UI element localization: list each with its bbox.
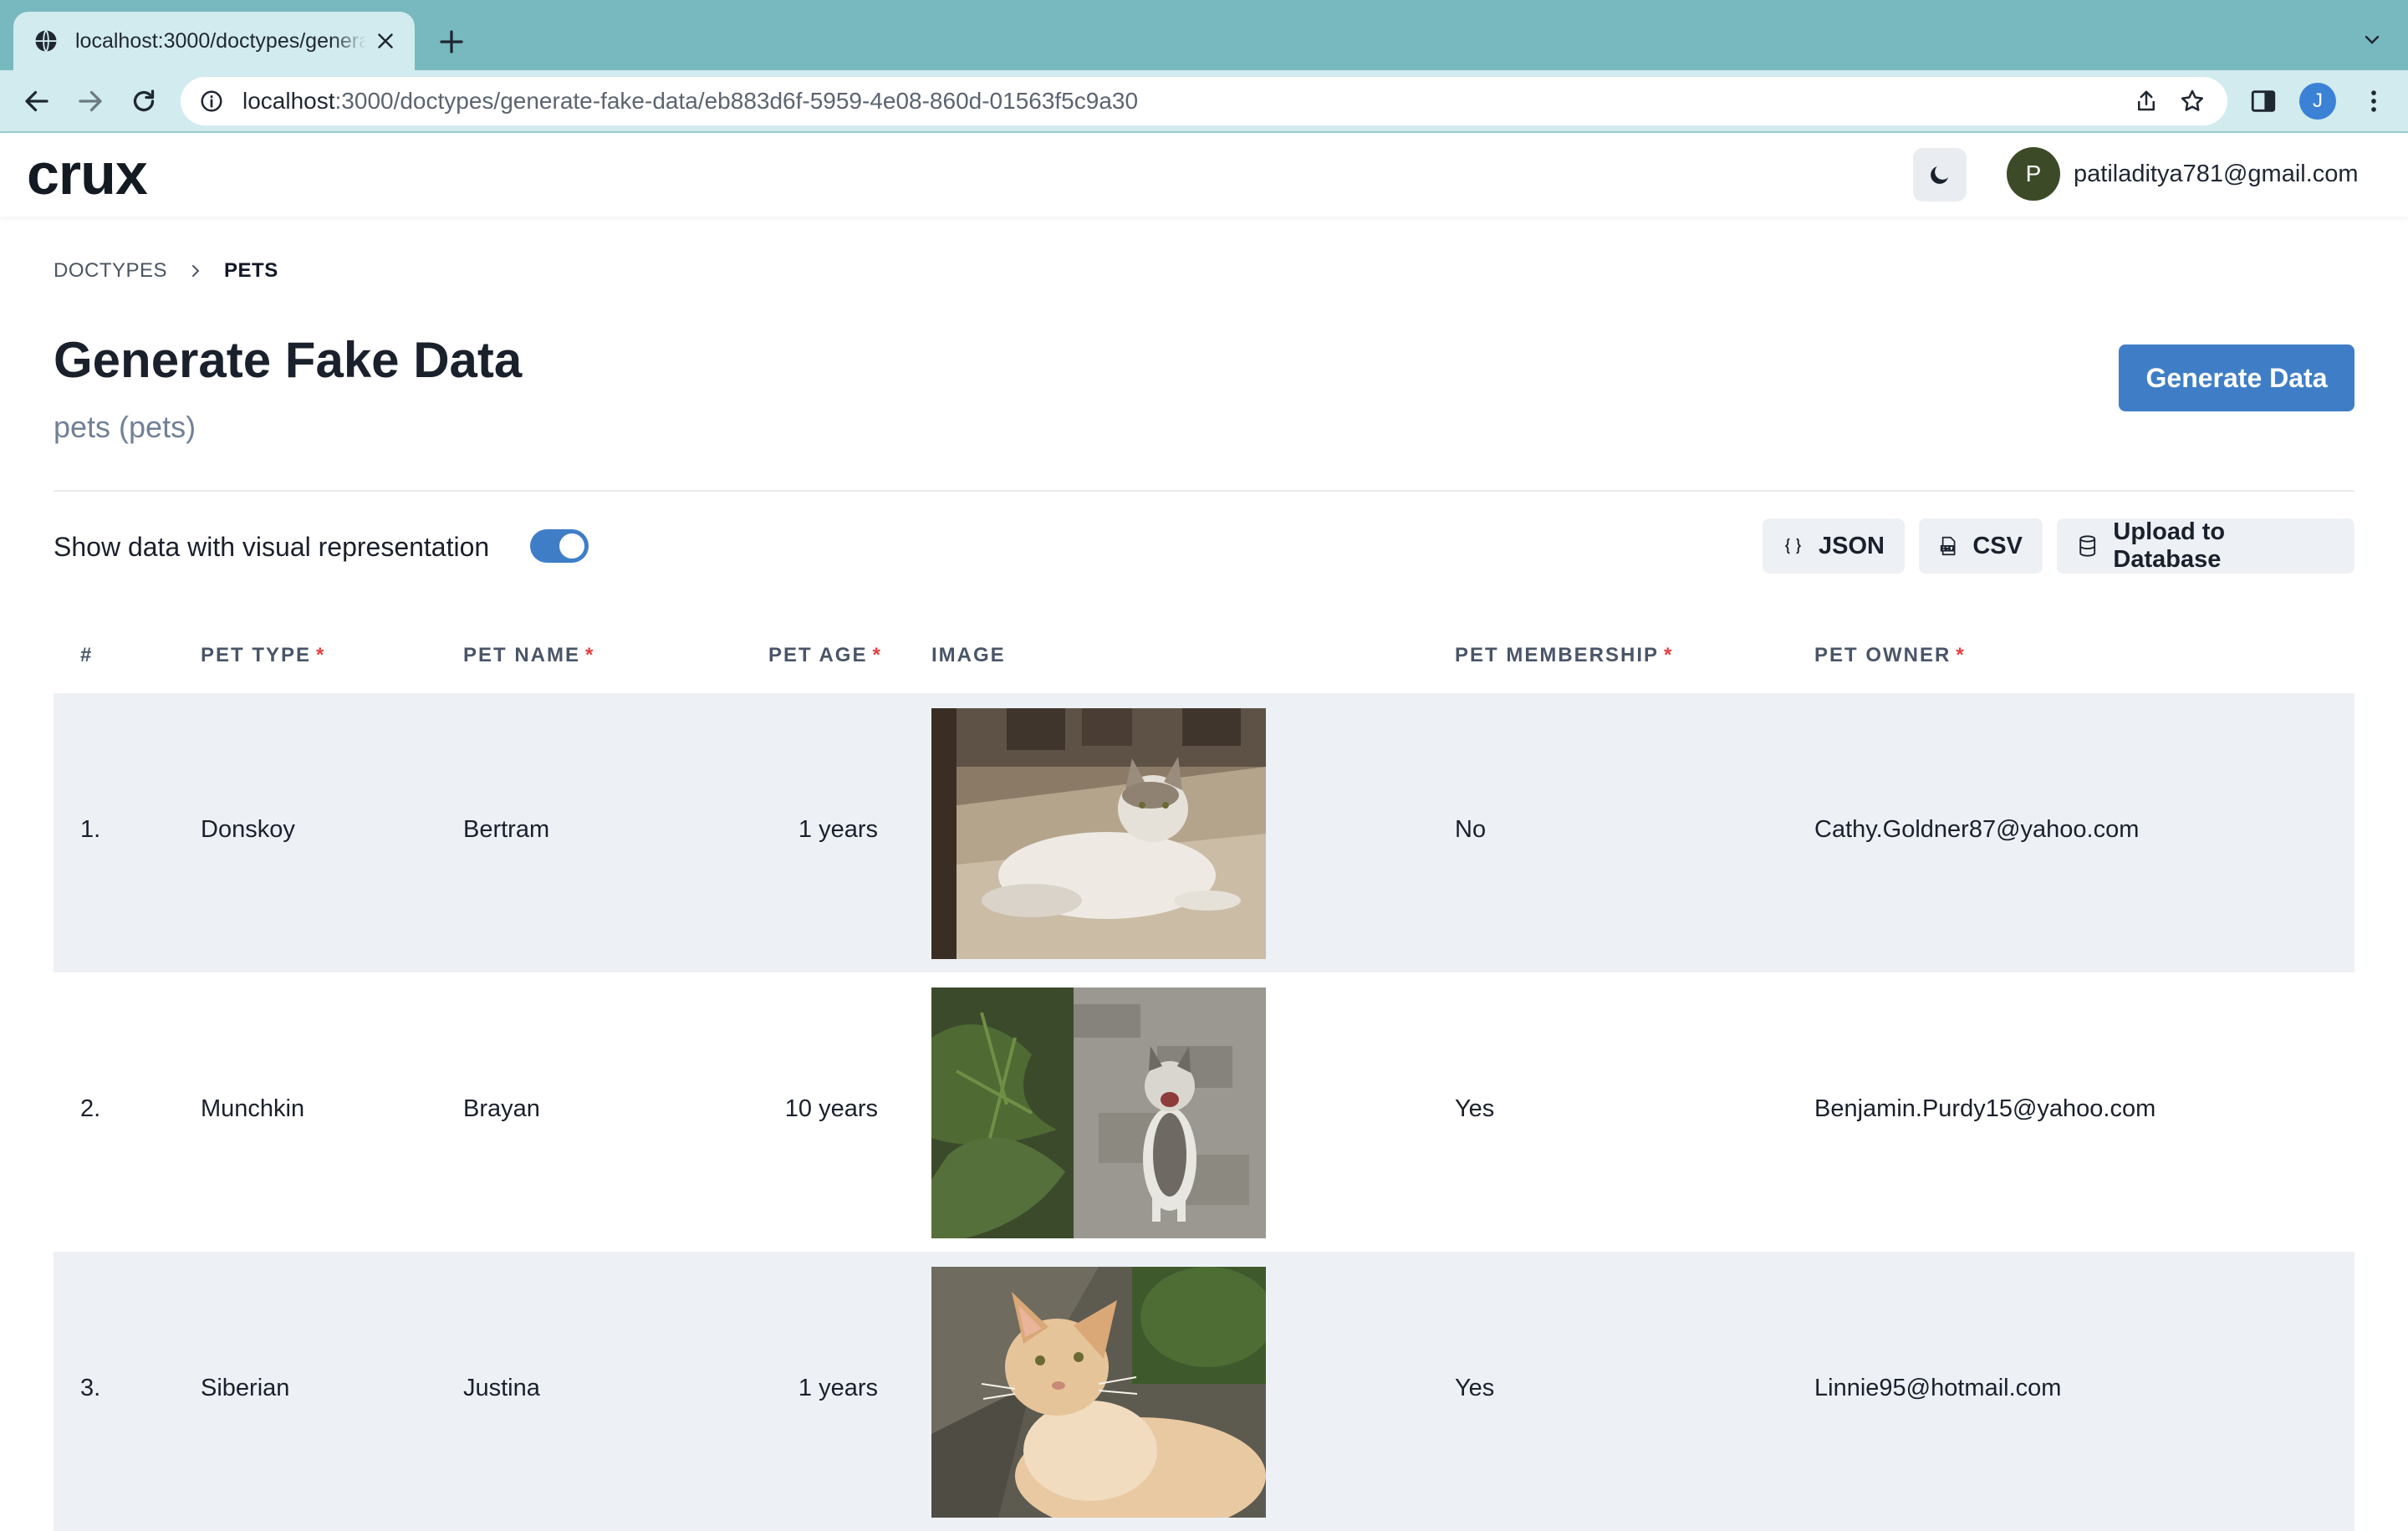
csv-file-icon bbox=[1940, 536, 1956, 556]
section-divider bbox=[54, 490, 2354, 492]
required-marker: * bbox=[585, 644, 595, 666]
table-header: # PET TYPE * PET NAME * PET AGE * IMAGE PET… bbox=[54, 619, 2354, 692]
membership-cell: No bbox=[1455, 816, 1487, 843]
url-host: localhost bbox=[242, 88, 335, 114]
row-index: 1. bbox=[80, 816, 101, 843]
cat-photo-sitting bbox=[931, 987, 1266, 1238]
url-text: localhost:3000/doctypes/generate-fake-da… bbox=[242, 88, 1138, 115]
table-row: 3. Siberian Justina 1 years Yes Linnie95… bbox=[54, 1252, 2354, 1531]
browser-profile-avatar[interactable]: J bbox=[2299, 83, 2336, 120]
breadcrumb-doctypes[interactable]: DOCTYPES bbox=[54, 259, 167, 283]
export-json-button[interactable]: JSON bbox=[1763, 518, 1905, 574]
owner-cell: Benjamin.Purdy15@yahoo.com bbox=[1814, 1095, 2156, 1122]
browser-toolbar: localhost:3000/doctypes/generate-fake-da… bbox=[0, 70, 2408, 132]
bookmark-star-icon[interactable] bbox=[2179, 88, 2206, 115]
required-marker: * bbox=[316, 644, 326, 666]
brand-logo[interactable]: crux bbox=[27, 145, 148, 203]
membership-cell: Yes bbox=[1455, 1095, 1495, 1122]
visual-representation-toggle[interactable] bbox=[530, 529, 589, 563]
breadcrumb: DOCTYPES PETS bbox=[54, 259, 278, 283]
user-avatar[interactable]: P bbox=[2007, 147, 2060, 201]
col-index: # bbox=[80, 644, 93, 667]
owner-cell: Linnie95@hotmail.com bbox=[1814, 1375, 2062, 1401]
breadcrumb-pets[interactable]: PETS bbox=[224, 259, 278, 283]
pet-age-cell: 1 years bbox=[798, 816, 878, 843]
membership-cell: Yes bbox=[1455, 1375, 1495, 1401]
col-image: IMAGE bbox=[931, 644, 1006, 667]
col-index-label: # bbox=[80, 644, 94, 666]
upload-to-database-button[interactable]: Upload to Database bbox=[2057, 518, 2354, 574]
pet-age-cell: 1 years bbox=[798, 1375, 878, 1401]
export-csv-button[interactable]: CSV bbox=[1919, 518, 2043, 574]
col-pet-name: PET NAME * bbox=[463, 644, 594, 667]
pet-name-cell: Justina bbox=[463, 1375, 540, 1401]
col-pet-age-label: PET AGE bbox=[768, 644, 868, 666]
col-pet-membership-label: PET MEMBERSHIP bbox=[1455, 644, 1660, 666]
row-index: 3. bbox=[80, 1375, 101, 1401]
globe-icon bbox=[35, 29, 57, 53]
side-panel-icon[interactable] bbox=[2249, 87, 2278, 115]
required-marker: * bbox=[1956, 644, 1966, 666]
pet-age-cell: 10 years bbox=[784, 1095, 878, 1122]
page-subtitle: pets (pets) bbox=[54, 410, 196, 444]
browser-tab[interactable]: localhost:3000/doctypes/generate-fake-da… bbox=[13, 12, 415, 70]
col-pet-name-label: PET NAME bbox=[463, 644, 581, 666]
col-image-label: IMAGE bbox=[931, 644, 1006, 666]
pet-type-cell: Munchkin bbox=[201, 1095, 305, 1122]
url-path: :3000/doctypes/generate-fake-data/eb883d… bbox=[334, 88, 1139, 114]
col-pet-membership: PET MEMBERSHIP * bbox=[1455, 644, 1673, 667]
upload-label: Upload to Database bbox=[2113, 518, 2226, 573]
col-pet-type: PET TYPE * bbox=[201, 644, 325, 667]
braces-icon bbox=[1784, 538, 1802, 554]
database-icon bbox=[2079, 535, 2096, 557]
browser-tabstrip: localhost:3000/doctypes/generate-fake-da… bbox=[0, 0, 2408, 70]
tab-title: localhost:3000/doctypes/generate-fake-da… bbox=[75, 28, 366, 53]
address-bar[interactable]: localhost:3000/doctypes/generate-fake-da… bbox=[181, 77, 2227, 125]
back-arrow-icon[interactable] bbox=[22, 86, 52, 116]
pet-type-cell: Siberian bbox=[201, 1375, 290, 1401]
owner-cell: Cathy.Goldner87@yahoo.com bbox=[1814, 816, 2140, 843]
moon-icon bbox=[1931, 166, 1948, 184]
reload-icon[interactable] bbox=[129, 86, 159, 116]
theme-toggle-button[interactable] bbox=[1913, 148, 1967, 202]
page-title: Generate Fake Data bbox=[54, 332, 523, 388]
cat-photo-orange bbox=[931, 1267, 1266, 1518]
csv-label: CSV bbox=[1972, 532, 2023, 559]
json-label: JSON bbox=[1819, 532, 1885, 559]
visual-toggle-label: Show data with visual representation bbox=[54, 532, 490, 562]
toggle-knob bbox=[559, 533, 584, 559]
generate-data-button[interactable]: Generate Data bbox=[2119, 344, 2354, 411]
col-pet-owner-label: PET OWNER bbox=[1814, 644, 1951, 666]
row-index: 2. bbox=[80, 1095, 101, 1122]
new-tab-icon[interactable] bbox=[436, 27, 467, 57]
app-header: crux P patiladitya781@gmail.com bbox=[0, 133, 2408, 217]
pet-name-cell: Brayan bbox=[463, 1095, 540, 1122]
info-icon[interactable] bbox=[199, 89, 224, 114]
chevron-down-icon[interactable] bbox=[2360, 30, 2385, 50]
required-marker: * bbox=[1664, 644, 1674, 666]
required-marker: * bbox=[872, 644, 882, 666]
col-pet-age: PET AGE * bbox=[768, 644, 882, 667]
table-row: 2. Munchkin Brayan 10 years Yes Benjamin… bbox=[54, 972, 2354, 1252]
forward-arrow-icon[interactable] bbox=[75, 86, 105, 116]
col-pet-type-label: PET TYPE bbox=[201, 644, 312, 666]
more-vert-icon[interactable] bbox=[2360, 87, 2388, 115]
share-icon[interactable] bbox=[2134, 89, 2159, 114]
close-icon[interactable] bbox=[373, 28, 398, 54]
pet-name-cell: Bertram bbox=[463, 816, 550, 843]
table-row: 1. Donskoy Bertram 1 years No Cathy.Gold… bbox=[54, 693, 2354, 972]
col-pet-owner: PET OWNER * bbox=[1814, 644, 1966, 667]
chevron-right-icon bbox=[192, 265, 200, 277]
cat-photo-lying bbox=[931, 708, 1266, 959]
pet-type-cell: Donskoy bbox=[201, 816, 295, 843]
user-email[interactable]: patiladitya781@gmail.com bbox=[2074, 161, 2359, 188]
